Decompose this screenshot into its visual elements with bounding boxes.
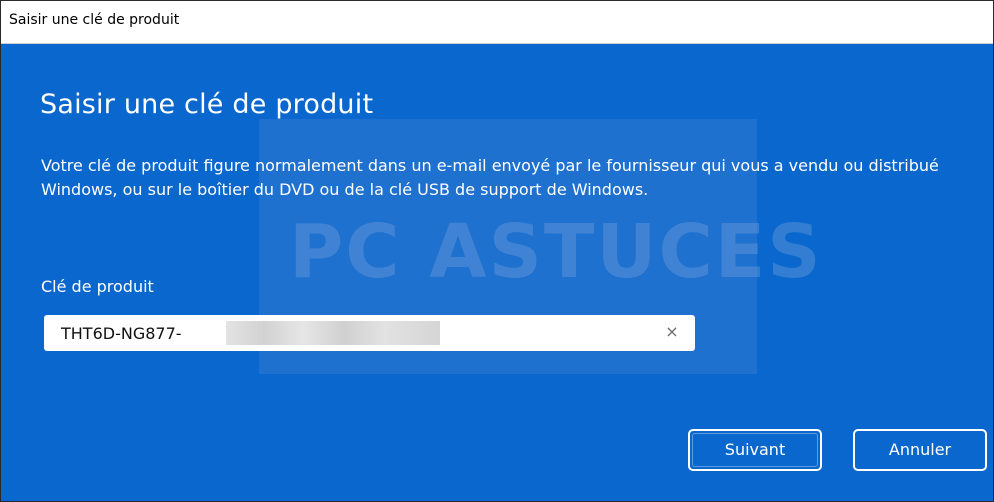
product-key-label: Clé de produit [41,277,154,296]
watermark-text: PC ASTUCES [289,209,823,295]
product-key-window: Saisir une clé de produit PC ASTUCES Sai… [0,0,994,502]
next-button[interactable]: Suivant [688,429,822,471]
next-button-label: Suivant [724,440,786,459]
product-key-input[interactable]: THT6D-NG877- × [44,315,695,351]
title-bar: Saisir une clé de produit [1,1,993,44]
cancel-button-label: Annuler [888,440,952,459]
page-title: Saisir une clé de produit [40,89,374,120]
redacted-key-portion [226,321,440,345]
description-text: Votre clé de produit figure normalement … [41,156,939,199]
cancel-button[interactable]: Annuler [853,429,987,471]
product-key-value: THT6D-NG877- [61,324,182,343]
close-icon[interactable]: × [663,323,681,341]
dialog-content: PC ASTUCES Saisir une clé de produit Vot… [1,44,993,501]
window-title: Saisir une clé de produit [9,12,180,28]
